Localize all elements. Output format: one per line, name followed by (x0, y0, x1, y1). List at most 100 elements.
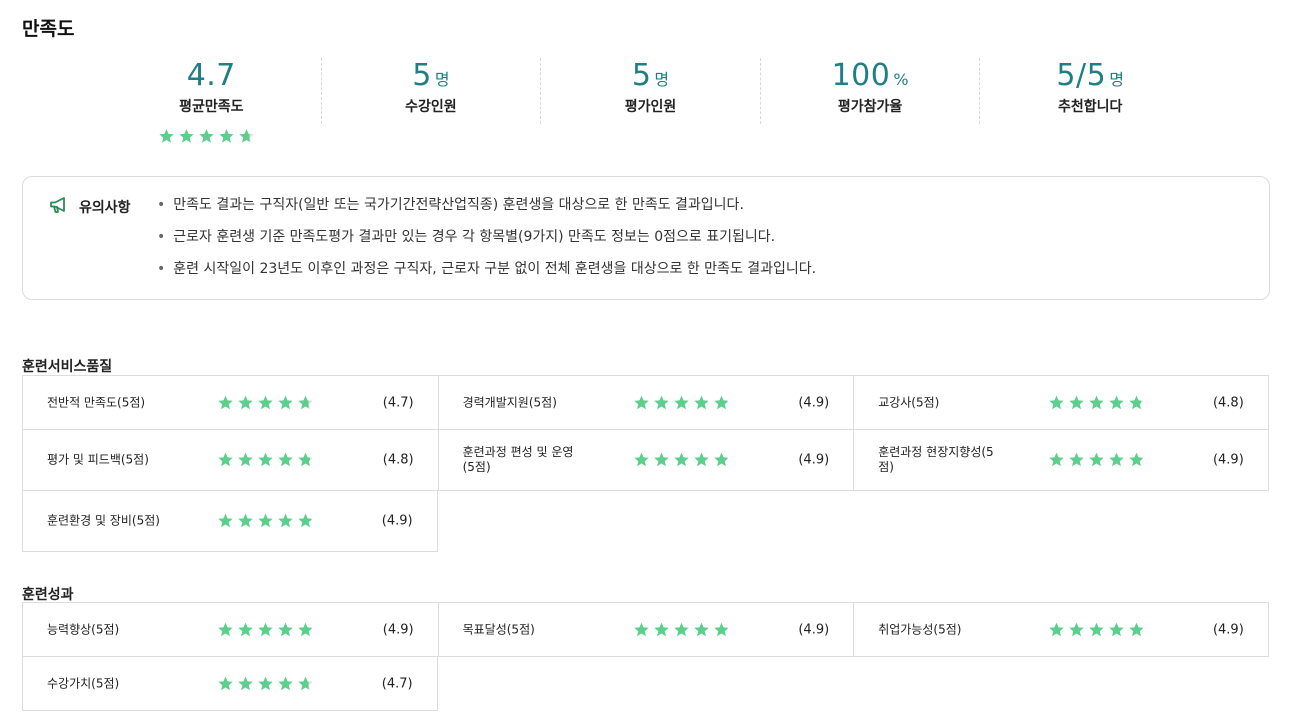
star-icon (298, 513, 313, 528)
star-icon (1089, 452, 1104, 467)
rating-item-score: (4.9) (1212, 452, 1244, 468)
star-icon (713, 452, 729, 467)
notice-title: 유의사항 (79, 200, 131, 216)
rating-item-score: (4.8) (382, 452, 414, 468)
section-title-service-quality: 훈련서비스품질 (22, 359, 113, 375)
stat-participation: 100% 평가참가율 (761, 58, 981, 124)
stat-recommend-value: 5/5 (1056, 58, 1107, 93)
star-icon (218, 676, 233, 690)
star-icon (238, 395, 253, 409)
megaphone-icon (49, 196, 69, 218)
rating-item-score: (4.7) (382, 395, 414, 410)
star-icon (1049, 452, 1064, 467)
star-icon (258, 676, 273, 690)
star-icon (673, 622, 689, 636)
star-icon (713, 622, 729, 636)
rating-item-stars (217, 452, 314, 469)
rating-item-score: (4.9) (798, 452, 830, 468)
notice-list: 만족도 결과는 구직자(일반 또는 국가기간전략산업직종) 훈련생을 대상으로 … (157, 195, 816, 291)
star-icon (673, 452, 689, 467)
stat-evaluated: 5명 평가인원 (541, 58, 761, 124)
star-icon (278, 452, 293, 467)
rating-item: 훈련환경 및 장비(5점) (4.9) (22, 491, 438, 552)
star-icon (1129, 622, 1144, 636)
rating-item-score: (4.9) (798, 622, 830, 637)
star-icon (1069, 622, 1084, 636)
star-icon (159, 129, 174, 143)
rating-item: 경력개발지원(5점) (4.9) (437, 376, 854, 430)
star-icon (1049, 622, 1064, 636)
grid-row: 수강가치(5점) (4.7) (22, 657, 1269, 711)
rating-item-label: 교강사(5점) (878, 395, 940, 409)
rating-item-label: 목표달성(5점) (462, 622, 535, 636)
rating-item-stars (217, 621, 314, 638)
stat-evaluated-label: 평가인원 (624, 99, 677, 115)
rating-item-label: 훈련환경 및 장비(5점) (47, 513, 160, 528)
star-icon (238, 513, 253, 528)
stat-participation-unit: % (893, 70, 909, 89)
stat-recommend-label: 추천합니다 (1057, 99, 1123, 115)
rating-item-score: (4.9) (382, 622, 414, 637)
rating-item-stars (633, 452, 730, 469)
star-icon (633, 452, 649, 467)
star-icon (693, 452, 709, 467)
rating-item-label: 수강가치(5점) (47, 676, 120, 690)
stat-average: 4.7 평균만족도 (102, 58, 322, 124)
rating-item-stars (633, 394, 730, 411)
star-icon (258, 622, 273, 636)
star-icon (1089, 622, 1104, 636)
notice-item: 만족도 결과는 구직자(일반 또는 국가기간전략산업직종) 훈련생을 대상으로 … (157, 195, 816, 227)
satisfaction-summary: 4.7 평균만족도 5명 수강인원 5명 평가인원 100% 평가참가율 5/5… (102, 58, 1200, 130)
star-icon (1109, 452, 1124, 467)
stat-participation-label: 평가참가율 (837, 99, 903, 115)
star-icon (673, 395, 689, 409)
rating-item: 능력향상(5점) (4.9) (22, 603, 438, 657)
rating-item-score: (4.7) (381, 676, 413, 691)
stat-evaluated-unit: 명 (654, 70, 670, 89)
star-icon (693, 622, 709, 636)
notice-box: 유의사항 만족도 결과는 구직자(일반 또는 국가기간전략산업직종) 훈련생을 … (22, 176, 1270, 300)
star-icon (218, 622, 233, 636)
stat-recommend: 5/5 명 추천합니다 (980, 58, 1200, 124)
rating-item-label: 평가 및 피드백(5점) (47, 452, 149, 467)
star-icon (278, 676, 293, 690)
star-icon (278, 513, 293, 528)
rating-item-stars (1048, 621, 1145, 638)
star-icon (298, 395, 313, 409)
star-icon (693, 395, 709, 409)
service-quality-grid: 전반적 만족도(5점) (4.7) 경력개발지원(5점) (4.9) 교강사(5… (22, 375, 1269, 552)
rating-item: 평가 및 피드백(5점) (4.8) (22, 430, 438, 491)
star-icon (1129, 395, 1144, 409)
rating-item: 교강사(5점) (4.8) (853, 376, 1269, 430)
rating-item-score: (4.9) (1212, 622, 1244, 637)
stat-recommend-unit: 명 (1109, 70, 1124, 89)
grid-row: 평가 및 피드백(5점) (4.8) 훈련과정 편성 및 운영(5점) (4.9… (22, 430, 1269, 491)
star-icon (653, 622, 669, 636)
rating-item-stars (217, 513, 314, 530)
star-icon (258, 395, 273, 409)
star-icon (1109, 622, 1124, 636)
stat-average-label: 평균만족도 (179, 99, 244, 115)
star-icon (218, 395, 233, 409)
star-icon (238, 676, 253, 690)
stat-enrolled-value: 5 (412, 58, 432, 93)
grid-row: 전반적 만족도(5점) (4.7) 경력개발지원(5점) (4.9) 교강사(5… (22, 376, 1269, 430)
rating-item: 전반적 만족도(5점) (4.7) (22, 376, 438, 430)
rating-item-score: (4.9) (381, 513, 413, 529)
rating-item-score: (4.9) (798, 395, 830, 410)
star-icon (1069, 395, 1084, 409)
rating-item-label: 경력개발지원(5점) (462, 395, 557, 409)
star-icon (218, 452, 233, 467)
grid-row: 능력향상(5점) (4.9) 목표달성(5점) (4.9) 취업가능성(5점) … (22, 603, 1269, 657)
star-icon (298, 452, 313, 467)
rating-item-stars (1048, 394, 1145, 411)
star-icon (1069, 452, 1084, 467)
notice-header: 유의사항 (49, 196, 131, 218)
stat-enrolled-unit: 명 (434, 70, 450, 89)
star-icon (239, 129, 254, 143)
outcomes-grid: 능력향상(5점) (4.9) 목표달성(5점) (4.9) 취업가능성(5점) … (22, 602, 1269, 711)
stat-enrolled: 5명 수강인원 (322, 58, 542, 124)
star-icon (258, 452, 273, 467)
notice-item: 훈련 시작일이 23년도 이후인 과정은 구직자, 근로자 구분 없이 전체 훈… (157, 259, 816, 291)
rating-item-label: 전반적 만족도(5점) (47, 395, 146, 409)
